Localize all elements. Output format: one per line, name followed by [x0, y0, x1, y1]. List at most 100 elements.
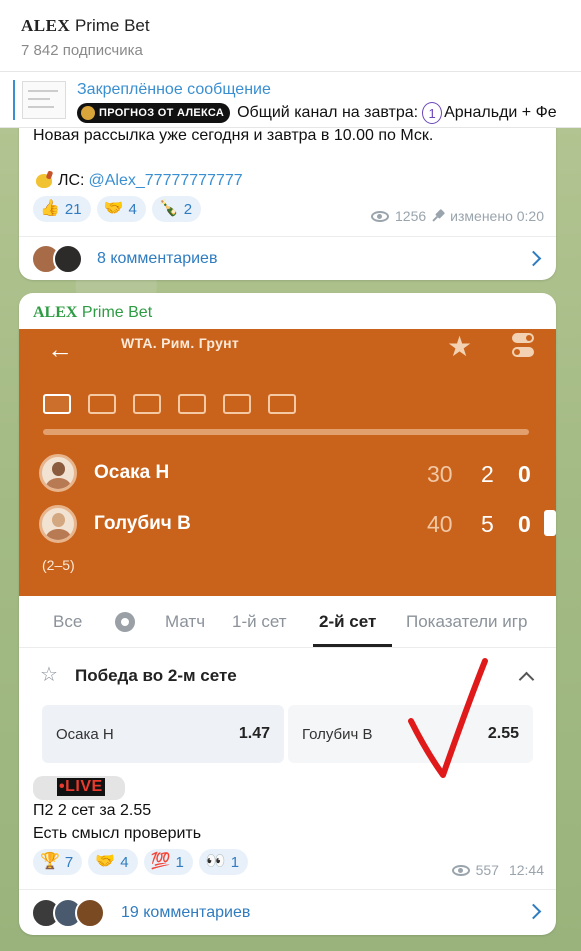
- tab-game-stats[interactable]: Показатели игр: [406, 612, 527, 632]
- comments-link[interactable]: 8 комментариев: [19, 236, 556, 280]
- pinned-thumbnail: [22, 81, 66, 119]
- reactions-bar: 👍 21 🤝 4 🍾 2: [33, 196, 202, 222]
- pinned-text-end: Арнальди + Фе: [444, 104, 557, 121]
- channel-name-rest: Prime Bet: [74, 16, 150, 35]
- commenter-avatars: [31, 243, 91, 274]
- reaction-count: 2: [183, 200, 193, 218]
- pinned-message[interactable]: Закреплённое сообщение ПРОГНОЗ ОТ АЛЕКСА…: [0, 72, 581, 128]
- contact-link[interactable]: @Alex_77777777777: [89, 172, 243, 190]
- player-sets: 0: [518, 511, 531, 537]
- reaction-handshake[interactable]: 🤝 4: [96, 196, 146, 222]
- player-name: Осака Н: [94, 462, 170, 483]
- reaction-handshake[interactable]: 🤝 4: [88, 849, 138, 875]
- serve-indicator: [544, 510, 556, 536]
- post-author[interactable]: ALEX Prime Bet: [33, 304, 152, 322]
- player-row-2: Голубич В: [39, 505, 191, 543]
- reactions-bar: 🏆 7 🤝 4 💯 1 👀 1: [33, 849, 249, 875]
- player-games: 5: [481, 511, 494, 537]
- reaction-trophy[interactable]: 🏆 7: [33, 849, 83, 875]
- lineup-icon: [268, 394, 296, 414]
- subscriber-count: 7 842 подписчика: [21, 42, 143, 59]
- message-post-2[interactable]: ALEX Prime Bet ← WTA. Рим. Грунт ★ Осака…: [19, 293, 556, 935]
- eyes-icon: 👀: [205, 853, 226, 870]
- odds-name: Голубич В: [302, 725, 373, 743]
- reaction-eyes[interactable]: 👀 1: [198, 849, 249, 875]
- back-arrow-icon: ←: [47, 334, 73, 364]
- reaction-count: 4: [128, 200, 137, 218]
- views-count: 1256: [395, 208, 427, 224]
- reaction-hundred[interactable]: 💯 1: [143, 849, 193, 875]
- channel-name-bold: ALEX: [21, 16, 71, 35]
- pinned-title: Закреплённое сообщение: [77, 81, 271, 98]
- handshake-icon: 🤝: [103, 200, 124, 217]
- post-time: 12:44: [508, 862, 544, 878]
- player-points: 30: [427, 461, 453, 487]
- market-tabs: Все Матч 1-й сет 2-й сет Показатели игр: [19, 596, 556, 648]
- pinned-bar: [13, 80, 15, 120]
- star-icon: ★: [447, 331, 473, 362]
- live-badge: •LIVE: [33, 776, 125, 800]
- avatar: [75, 897, 105, 928]
- reaction-count: 1: [230, 853, 240, 871]
- match-header: ← WTA. Рим. Грунт ★ Осака Н 30 2 0 Голуб…: [19, 329, 556, 596]
- forecast-badge-label: ПРОГНОЗ ОТ АЛЕКСА: [99, 107, 225, 119]
- channel-header[interactable]: ALEX Prime Bet 7 842 подписчика: [0, 0, 581, 72]
- contact-line: ЛС: @Alex_77777777777: [33, 170, 243, 192]
- trophy-icon: 🏆: [40, 853, 60, 870]
- tab-all[interactable]: Все: [53, 612, 82, 632]
- chevron-right-icon: [525, 903, 542, 920]
- live-label: •LIVE: [57, 778, 105, 796]
- player-avatar: [39, 505, 77, 543]
- settings-toggle-icon: [512, 333, 534, 359]
- betting-screenshot[interactable]: ← WTA. Рим. Грунт ★ Осака Н 30 2 0 Голуб…: [19, 329, 556, 798]
- league-title: WTA. Рим. Грунт: [121, 335, 240, 351]
- views-icon: [371, 210, 390, 222]
- forecast-badge: ПРОГНОЗ ОТ АЛЕКСА: [77, 103, 231, 123]
- number-one-icon: 1: [422, 102, 443, 124]
- post-text: Новая рассылка уже сегодня и завтра в 10…: [33, 127, 434, 144]
- chevron-right-icon: [525, 250, 542, 267]
- red-checkmark-icon: [408, 658, 488, 778]
- author-name-bold: ALEX: [33, 304, 78, 321]
- tab-set-2[interactable]: 2-й сет: [319, 612, 376, 632]
- hundred-icon: 💯: [150, 853, 171, 870]
- comments-count: 8 комментариев: [97, 249, 218, 267]
- chevron-up-icon[interactable]: [518, 671, 535, 688]
- info-icon: [43, 394, 71, 414]
- post-meta: 557 12:44: [451, 862, 544, 878]
- reaction-count: 7: [64, 853, 74, 871]
- active-tab-underline: [313, 644, 392, 647]
- reaction-champagne[interactable]: 🍾 2: [151, 196, 202, 222]
- bet-text: П2 2 сет за 2.55: [33, 802, 152, 819]
- list-icon: [223, 394, 251, 414]
- player-points: 40: [427, 511, 453, 537]
- set-score: (2–5): [42, 557, 75, 573]
- avatar: [53, 243, 83, 274]
- player-games: 2: [481, 461, 494, 487]
- market-title: Победа во 2-м сете: [75, 666, 237, 685]
- favorite-star-icon[interactable]: ☆: [40, 662, 58, 687]
- pinned-preview: ПРОГНОЗ ОТ АЛЕКСА Общий канал на завтра:…: [77, 102, 557, 124]
- pinned-text-start: Общий канал на завтра:: [237, 104, 419, 121]
- handshake-icon: 🤝: [95, 853, 116, 870]
- edited-time: изменено 0:20: [450, 208, 544, 224]
- comments-count: 19 комментариев: [121, 903, 251, 921]
- tab-match[interactable]: Матч: [165, 612, 205, 632]
- commenter-avatars: [31, 897, 111, 928]
- tab-indicator-bar: [43, 429, 529, 435]
- reaction-thumbs-up[interactable]: 👍 21: [33, 196, 91, 222]
- champagne-icon: 🍾: [158, 200, 179, 217]
- reaction-count: 21: [64, 200, 82, 218]
- views-icon: [451, 864, 470, 876]
- pin-icon: [429, 207, 447, 225]
- comments-link[interactable]: 19 комментариев: [19, 889, 556, 935]
- contact-label: ЛС:: [58, 172, 85, 189]
- field-icon: [133, 394, 161, 414]
- odds-name: Осака Н: [56, 725, 114, 743]
- odds-button-player1[interactable]: Осака Н 1.47: [42, 705, 284, 763]
- tab-set-1[interactable]: 1-й сет: [232, 612, 287, 632]
- channel-title[interactable]: ALEX Prime Bet: [21, 16, 150, 36]
- gear-icon[interactable]: [115, 612, 135, 632]
- player-sets: 0: [518, 461, 531, 487]
- reaction-count: 4: [120, 853, 129, 871]
